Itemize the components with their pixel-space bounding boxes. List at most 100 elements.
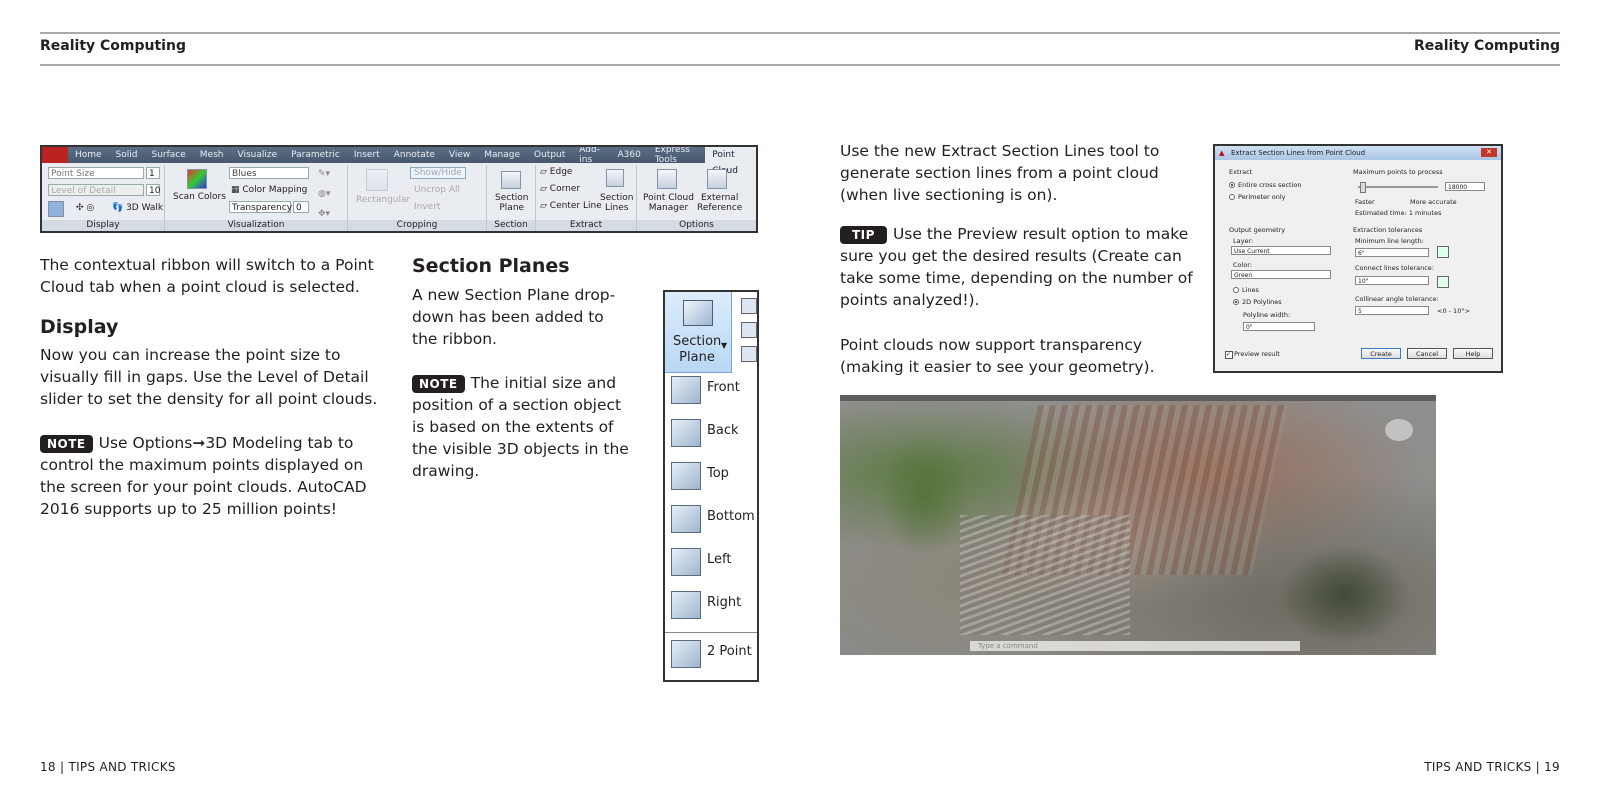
- max-points-slider[interactable]: [1358, 186, 1438, 188]
- ribbon-tab[interactable]: Parametric: [284, 150, 347, 160]
- perimeter-only-radio[interactable]: [1229, 194, 1235, 200]
- lines-radio[interactable]: [1233, 287, 1239, 293]
- 3d-walk-button[interactable]: 👣 3D Walk: [112, 203, 163, 213]
- scan-colors-icon[interactable]: [187, 169, 207, 189]
- show-hide-button[interactable]: Show/Hide: [410, 167, 466, 179]
- uncrop-all-button[interactable]: Uncrop All: [414, 185, 460, 195]
- preview-result-checkbox[interactable]: ✓: [1225, 351, 1233, 359]
- section-tool-icon[interactable]: [741, 346, 757, 362]
- dropdown-item-front[interactable]: Front: [671, 372, 755, 406]
- dropdown-item-top[interactable]: Top: [671, 458, 755, 492]
- level-of-detail-slider[interactable]: Level of Detail: [48, 184, 144, 196]
- tip-text: Use the Preview result option to make su…: [840, 225, 1193, 309]
- footer-right: TIPS AND TRICKS | 19: [1424, 760, 1560, 774]
- ribbon-tab[interactable]: Manage: [477, 150, 527, 160]
- ribbon-tab[interactable]: Add-ins: [572, 147, 610, 165]
- header-right-title: Reality Computing: [1414, 38, 1560, 54]
- dropdown-item-back[interactable]: Back: [671, 415, 755, 449]
- color-label: Color:: [1233, 261, 1253, 269]
- ribbon-tab[interactable]: Solid: [109, 150, 145, 160]
- cancel-button[interactable]: Cancel: [1407, 348, 1447, 359]
- section-plane-line2: Plane: [499, 203, 525, 213]
- pick-point-icon[interactable]: [1437, 276, 1449, 288]
- rectangular-crop-icon[interactable]: [366, 169, 388, 191]
- section-tool-icon[interactable]: [741, 298, 757, 314]
- panel-cropping-title: Cropping: [348, 220, 486, 231]
- polylines-radio[interactable]: [1233, 299, 1239, 305]
- edge-button[interactable]: ▱ Edge: [540, 167, 572, 177]
- ribbon-tab[interactable]: Insert: [347, 150, 387, 160]
- dropdown-item-left[interactable]: Left: [671, 544, 755, 578]
- ribbon-tab[interactable]: View: [442, 150, 477, 160]
- ribbon-tab[interactable]: Express Tools: [648, 147, 705, 165]
- color-palette-select[interactable]: Blues: [229, 167, 309, 179]
- collinear-tolerance-field[interactable]: 5: [1355, 306, 1429, 315]
- external-reference-button[interactable]: External Reference: [697, 193, 742, 213]
- application-button[interactable]: [42, 147, 68, 163]
- point-cloud-manager-button[interactable]: Point Cloud Manager: [643, 193, 694, 213]
- connect-tolerance-field[interactable]: 10": [1355, 276, 1429, 285]
- section-plane-dropdown-button[interactable]: Section Plane ▼: [665, 292, 732, 373]
- ribbon-intro-text: The contextual ribbon will switch to a P…: [40, 256, 374, 296]
- corner-button[interactable]: ▱ Corner: [540, 184, 580, 194]
- point-cloud-display-icon[interactable]: [48, 201, 64, 217]
- color-mapping-button[interactable]: ▦ Color Mapping: [231, 185, 307, 195]
- panel-section: Section Plane Section: [487, 165, 536, 231]
- ribbon-tab-bar: Home Solid Surface Mesh Visualize Parametric I…: [42, 147, 756, 176]
- dropdown-item-bottom[interactable]: Bottom: [671, 501, 755, 535]
- collinear-range: <0 - 10°>: [1437, 307, 1471, 315]
- viewcube-icon[interactable]: [1385, 419, 1413, 441]
- transparency-field[interactable]: Transparency: [229, 201, 292, 213]
- ribbon-tab[interactable]: Output: [527, 150, 572, 160]
- left-view-icon: [671, 548, 701, 576]
- center-line-button[interactable]: ▱ Center Line: [540, 201, 602, 211]
- ribbon-tab[interactable]: Mesh: [193, 150, 231, 160]
- tree-cluster: [1280, 545, 1410, 645]
- external-line2: Reference: [697, 203, 743, 213]
- point-size-value[interactable]: 1: [146, 167, 160, 179]
- scan-colors-label[interactable]: Scan Colors: [173, 192, 226, 202]
- ribbon-tab[interactable]: Point Cloud: [705, 147, 756, 176]
- ribbon-tab[interactable]: Surface: [144, 150, 192, 160]
- close-icon[interactable]: ✕: [1481, 148, 1497, 157]
- color-select[interactable]: Green: [1231, 270, 1331, 279]
- point-size-field[interactable]: Point Size: [48, 167, 144, 179]
- invert-button[interactable]: Invert: [414, 202, 440, 212]
- ribbon-tab[interactable]: A360: [610, 150, 647, 160]
- section-tools-side-icons: [732, 292, 759, 372]
- color-mapping-icon: ▦: [231, 185, 243, 195]
- rectangular-crop-label[interactable]: Rectangular: [356, 195, 410, 205]
- dropdown-item-label: Bottom: [707, 509, 755, 524]
- dropdown-item-2-point[interactable]: 2 Point: [671, 636, 755, 670]
- point-cloud-manager-icon[interactable]: [657, 169, 677, 189]
- entire-cross-section-radio[interactable]: [1229, 182, 1235, 188]
- command-line-input[interactable]: Type a command: [970, 641, 1300, 651]
- edit-tools-icons[interactable]: ✎▾ ◍▾ ✥▾: [318, 169, 330, 219]
- dropdown-item-label: Back: [707, 423, 739, 438]
- ribbon-tab[interactable]: Annotate: [387, 150, 442, 160]
- external-reference-icon[interactable]: [707, 169, 727, 189]
- transparency-value[interactable]: 0: [293, 201, 309, 213]
- help-button[interactable]: Help: [1453, 348, 1493, 359]
- pick-point-icon[interactable]: [1437, 246, 1449, 258]
- ribbon-tab[interactable]: Visualize: [230, 150, 284, 160]
- level-of-detail-value[interactable]: 10: [146, 184, 160, 196]
- section-lines-button[interactable]: Section Lines: [600, 193, 633, 213]
- section-lines-icon[interactable]: [606, 169, 624, 187]
- create-button[interactable]: Create: [1361, 348, 1401, 359]
- section-tool-icon[interactable]: [741, 322, 757, 338]
- polyline-width-field[interactable]: 0": [1243, 322, 1315, 331]
- layer-select[interactable]: Use Current: [1231, 246, 1331, 255]
- manager-line2: Manager: [648, 203, 689, 213]
- corner-label: Corner: [549, 184, 581, 194]
- section-plane-icon[interactable]: [501, 171, 521, 189]
- max-points-field[interactable]: 18000: [1445, 182, 1485, 191]
- ribbon-tab[interactable]: Home: [68, 150, 109, 160]
- connect-tolerance-label: Connect lines tolerance:: [1355, 264, 1434, 272]
- section-plane-button[interactable]: Section Plane: [495, 193, 528, 213]
- min-line-length-field[interactable]: 6": [1355, 248, 1429, 257]
- dropdown-item-right[interactable]: Right: [671, 587, 755, 621]
- slider-thumb[interactable]: [1360, 182, 1366, 193]
- tip-block: TIP Use the Preview result option to make…: [840, 223, 1195, 311]
- navigation-icons[interactable]: ✣ ◎: [76, 203, 94, 213]
